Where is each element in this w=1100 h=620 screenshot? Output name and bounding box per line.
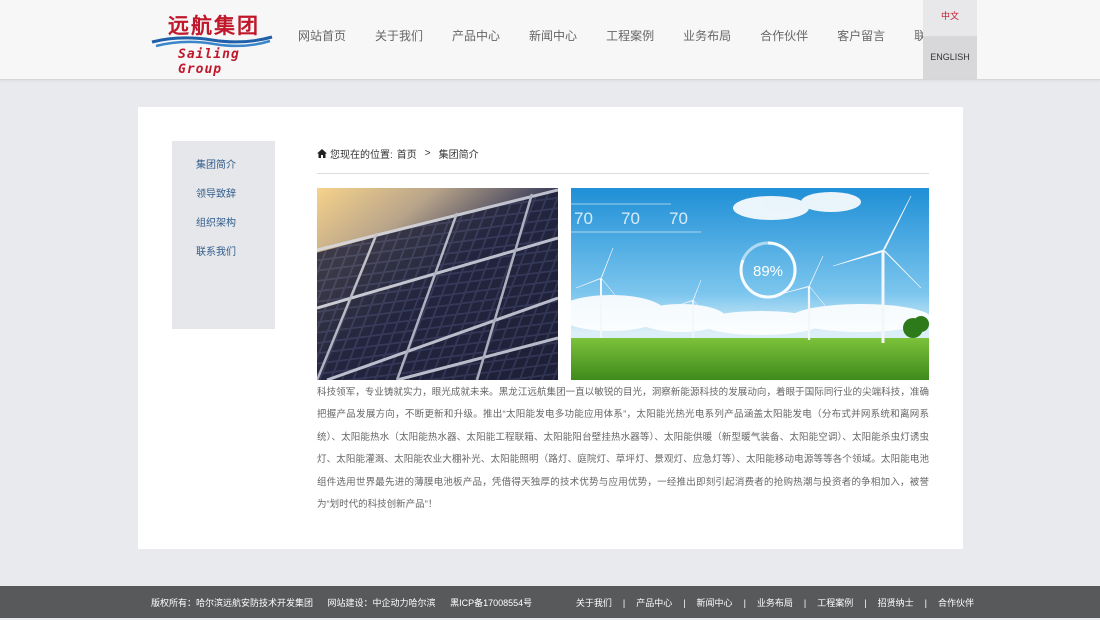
footer-builder: 网站建设：中企动力哈尔滨 — [327, 598, 436, 608]
breadcrumb-prefix: 您现在的位置: — [330, 150, 393, 161]
footer-icp[interactable]: 黑ICP备17008554号 — [450, 598, 532, 608]
footer-separator: | — [924, 598, 927, 608]
site-footer: 版权所有：哈尔滨远航安防技术开发集团 网站建设：中企动力哈尔滨 黑ICP备170… — [0, 586, 1100, 618]
footer-links: 关于我们 | 产品中心 | 新闻中心 | 业务布局 | 工程案例 | 招贤纳士 … — [576, 586, 974, 620]
nav-products[interactable]: 产品中心 — [442, 0, 510, 72]
footer-link-partners[interactable]: 合作伙伴 — [938, 586, 974, 620]
footer-link-about[interactable]: 关于我们 — [576, 586, 612, 620]
nav-about[interactable]: 关于我们 — [365, 0, 433, 72]
footer-link-business[interactable]: 业务布局 — [757, 586, 793, 620]
footer-separator: | — [803, 598, 807, 608]
breadcrumb-home-link[interactable]: 首页 — [397, 146, 417, 161]
breadcrumb: 您现在的位置: 首页 > 集团简介 — [317, 146, 483, 161]
wind-number-2: 70 — [621, 209, 640, 228]
wind-number-1: 70 — [574, 209, 593, 228]
wind-number-3: 70 — [669, 209, 688, 228]
lang-chinese-button[interactable]: 中文 — [923, 0, 977, 36]
wind-percent-label: 89% — [753, 263, 783, 280]
sidebar-item-organization[interactable]: 组织架构 — [196, 214, 236, 229]
footer-link-cases[interactable]: 工程案例 — [817, 586, 853, 620]
breadcrumb-current: 集团简介 — [438, 150, 479, 161]
nav-messages[interactable]: 客户留言 — [827, 0, 895, 72]
footer-separator: | — [683, 598, 686, 608]
breadcrumb-divider — [317, 173, 929, 174]
sidebar-item-contact[interactable]: 联系我们 — [196, 243, 236, 258]
wind-turbine-image: 70 70 70 89% — [571, 188, 929, 380]
sidebar-item-group-intro[interactable]: 集团简介 — [196, 156, 236, 171]
footer-separator: | — [864, 598, 867, 608]
site-logo[interactable]: 远航集团 Sailing Group — [150, 8, 278, 77]
company-intro-text: 科技领军，专业铸就实力，眼光成就未来。黑龙江远航集团一直以敏锐的目光，洞察新能源… — [317, 387, 929, 511]
footer-link-products[interactable]: 产品中心 — [636, 586, 672, 620]
nav-business[interactable]: 业务布局 — [673, 0, 741, 72]
nav-home[interactable]: 网站首页 — [288, 0, 356, 72]
home-icon — [317, 149, 327, 158]
footer-info: 版权所有：哈尔滨远航安防技术开发集团 网站建设：中企动力哈尔滨 黑ICP备170… — [151, 586, 544, 620]
nav-news[interactable]: 新闻中心 — [519, 0, 587, 72]
nav-partners[interactable]: 合作伙伴 — [750, 0, 818, 72]
footer-link-news[interactable]: 新闻中心 — [697, 586, 733, 620]
sidebar-item-leader-speech[interactable]: 领导致辞 — [196, 185, 236, 200]
footer-link-careers[interactable]: 招贤纳士 — [878, 586, 914, 620]
solar-panel-image — [317, 188, 558, 380]
footer-copyright: 版权所有：哈尔滨远航安防技术开发集团 — [151, 598, 314, 608]
main-nav: 网站首页 关于我们 产品中心 新闻中心 工程案例 业务布局 合作伙伴 客户留言 … — [288, 0, 981, 72]
site-header: 远航集团 Sailing Group 网站首页 关于我们 产品中心 新闻中心 工… — [0, 0, 1100, 80]
footer-separator: | — [743, 598, 746, 608]
breadcrumb-separator: > — [424, 148, 431, 159]
nav-cases[interactable]: 工程案例 — [596, 0, 664, 72]
lang-english-button[interactable]: ENGLISH — [923, 36, 977, 79]
logo-english-text: Sailing Group — [178, 47, 240, 77]
sidebar: 集团简介 领导致辞 组织架构 联系我们 — [172, 141, 275, 329]
footer-separator: | — [622, 598, 626, 608]
